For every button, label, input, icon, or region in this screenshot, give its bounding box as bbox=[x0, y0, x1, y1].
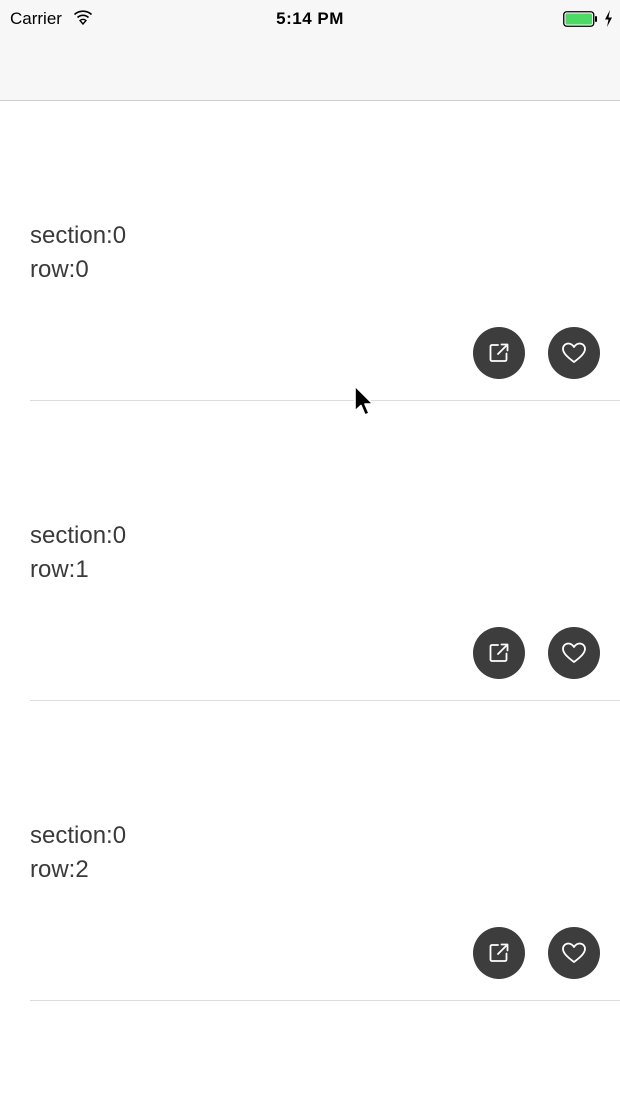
share-external-icon bbox=[489, 943, 509, 962]
cell-text: section:0 row:0 bbox=[30, 219, 126, 287]
row-label: row:1 bbox=[30, 556, 89, 583]
share-button[interactable] bbox=[473, 327, 525, 379]
row-label: row:0 bbox=[30, 256, 89, 283]
navigation-bar bbox=[0, 40, 620, 101]
share-button[interactable] bbox=[473, 927, 525, 979]
like-button[interactable] bbox=[548, 627, 600, 679]
table-row[interactable]: section:0 row:2 bbox=[30, 701, 620, 1001]
heart-icon bbox=[562, 342, 586, 363]
cell-text: section:0 row:2 bbox=[30, 819, 126, 887]
share-external-icon bbox=[489, 343, 509, 362]
section-label: section:0 bbox=[30, 822, 127, 849]
table-view[interactable]: section:0 row:0 section:0 row:1 section:… bbox=[0, 101, 620, 1001]
status-time: 5:14 PM bbox=[276, 9, 344, 28]
like-button[interactable] bbox=[548, 927, 600, 979]
share-external-icon bbox=[489, 643, 509, 662]
row-label: row:2 bbox=[30, 856, 89, 883]
table-row[interactable]: section:0 row:1 bbox=[30, 401, 620, 701]
battery-icon bbox=[563, 11, 597, 27]
like-button[interactable] bbox=[548, 327, 600, 379]
cell-text: section:0 row:1 bbox=[30, 519, 126, 587]
status-bar: Carrier 5:14 PM bbox=[0, 0, 620, 40]
heart-icon bbox=[562, 642, 586, 663]
table-row[interactable]: section:0 row:0 bbox=[30, 101, 620, 401]
heart-icon bbox=[562, 942, 586, 963]
section-label: section:0 bbox=[30, 222, 127, 249]
phone-screen: Carrier 5:14 PM section:0 row:0 section:… bbox=[0, 0, 620, 1108]
charging-icon bbox=[605, 10, 612, 27]
section-label: section:0 bbox=[30, 522, 127, 549]
share-button[interactable] bbox=[473, 627, 525, 679]
